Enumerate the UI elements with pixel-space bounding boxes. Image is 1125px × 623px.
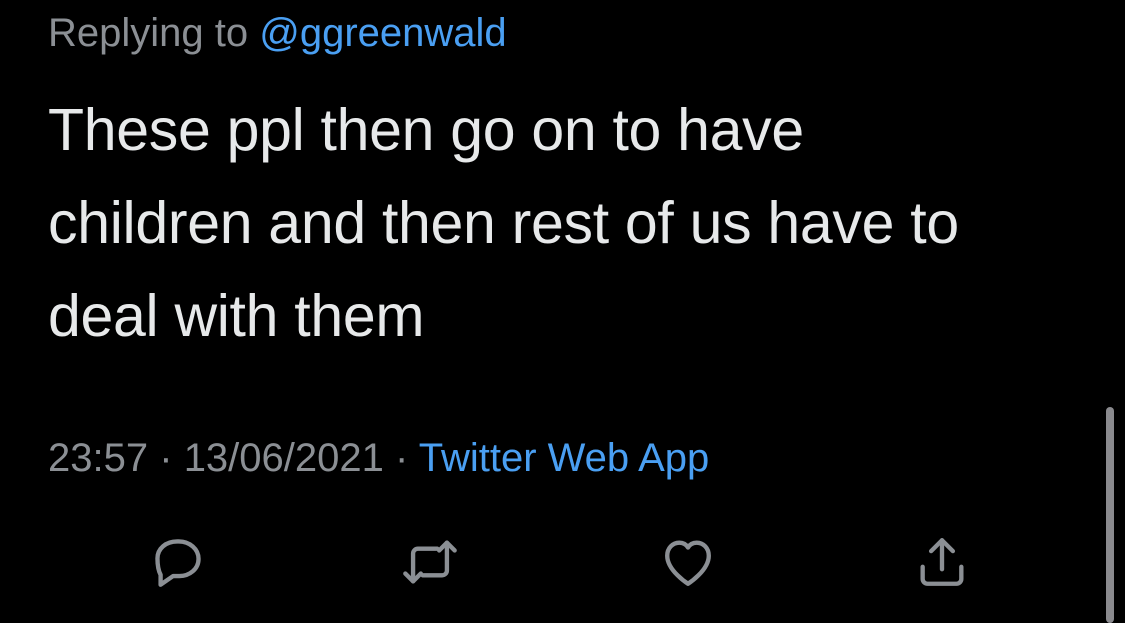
tweet-time: 23:57 xyxy=(48,436,149,480)
share-icon xyxy=(920,538,964,586)
tweet-source-link[interactable]: Twitter Web App xyxy=(419,436,710,480)
replying-to-line: Replying to @ggreenwald xyxy=(48,8,507,58)
retweet-button[interactable] xyxy=(398,530,462,594)
tweet-text: These ppl then go on to have children an… xyxy=(48,84,1058,363)
tweet-date: 13/06/2021 xyxy=(183,436,384,480)
tweet-text-line: These ppl then go on to have xyxy=(48,97,804,163)
tweet-detail-view: Replying to @ggreenwald These ppl then g… xyxy=(0,0,1125,623)
vertical-scrollbar[interactable] xyxy=(1106,407,1114,623)
like-button[interactable] xyxy=(656,530,720,594)
tweet-text-line: children and then rest of us have to xyxy=(48,190,959,256)
replying-to-label: Replying to xyxy=(48,11,249,55)
share-button[interactable] xyxy=(910,530,974,594)
meta-separator: · xyxy=(159,436,173,480)
heart-icon xyxy=(665,540,711,586)
tweet-metadata: 23:57 · 13/06/2021 · Twitter Web App xyxy=(48,433,709,483)
reply-button[interactable] xyxy=(146,530,210,594)
replying-to-handle-link[interactable]: @ggreenwald xyxy=(259,11,506,55)
meta-separator: · xyxy=(395,436,409,480)
reply-icon xyxy=(155,539,201,587)
retweet-icon xyxy=(403,540,457,584)
tweet-action-bar xyxy=(0,530,1125,594)
tweet-text-line: deal with them xyxy=(48,283,425,349)
